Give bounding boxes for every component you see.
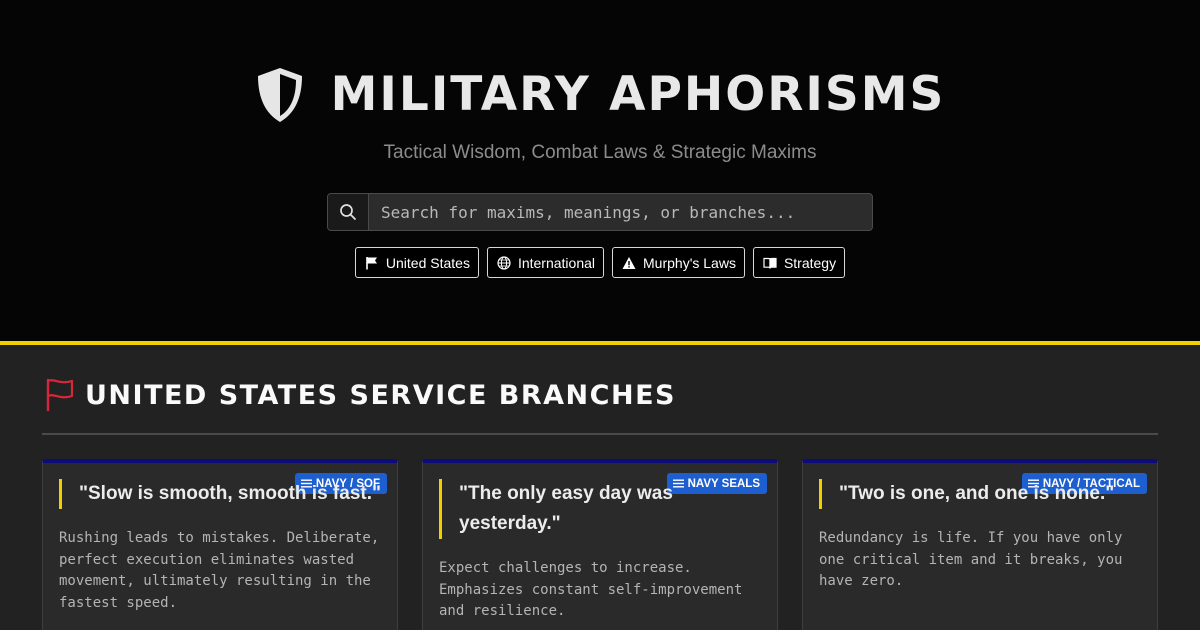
search-button[interactable]: [328, 194, 369, 230]
maxim-meaning: Redundancy is life. If you have only one…: [819, 530, 1123, 589]
search-bar: [327, 193, 873, 231]
page-title: MILITARY APHORISMS: [330, 67, 946, 122]
maxim-card[interactable]: NAVY SEALS "The only easy day was yester…: [422, 459, 778, 630]
filter-united-states[interactable]: United States: [354, 247, 479, 278]
maxim-card[interactable]: NAVY / TACTICAL "Two is one, and one is …: [802, 459, 1158, 630]
filter-murphys-laws[interactable]: Murphy's Laws: [612, 247, 745, 278]
flag-icon: [46, 378, 74, 412]
title-row: MILITARY APHORISMS: [0, 60, 1200, 130]
search-input[interactable]: [369, 194, 872, 230]
globe-icon: [497, 255, 511, 270]
filter-label: United States: [385, 254, 470, 271]
site-header: MILITARY APHORISMS Tactical Wisdom, Comb…: [0, 0, 1200, 341]
section-header: UNITED STATES SERVICE BRANCHES: [45, 378, 676, 412]
shield-icon: [257, 68, 302, 122]
section-title: UNITED STATES SERVICE BRANCHES: [85, 379, 676, 411]
maxim-quote: "The only easy day was yesterday.": [439, 479, 763, 539]
category-filters: United States International Murphy's Law…: [0, 247, 1200, 278]
filter-label: Murphy's Laws: [643, 254, 736, 271]
warning-icon: [622, 256, 636, 269]
header-divider: [0, 341, 1200, 345]
filter-strategy[interactable]: Strategy: [752, 247, 846, 278]
maxim-quote: "Slow is smooth, smooth is fast.": [59, 479, 383, 509]
filter-international[interactable]: International: [486, 247, 605, 278]
filter-label: Strategy: [783, 254, 837, 271]
filter-label: International: [517, 254, 596, 271]
page-subtitle: Tactical Wisdom, Combat Laws & Strategic…: [383, 142, 817, 163]
maxim-meaning: Rushing leads to mistakes. Deliberate, p…: [59, 530, 380, 611]
maxim-quote: "Two is one, and one is none.": [819, 479, 1143, 509]
maxim-card[interactable]: NAVY / SOF "Slow is smooth, smooth is fa…: [42, 459, 398, 630]
book-icon: [763, 257, 777, 269]
flag-icon: [366, 256, 377, 269]
maxim-meaning: Expect challenges to increase. Emphasize…: [439, 560, 743, 619]
section-divider: [42, 433, 1158, 435]
search-icon: [340, 204, 356, 220]
